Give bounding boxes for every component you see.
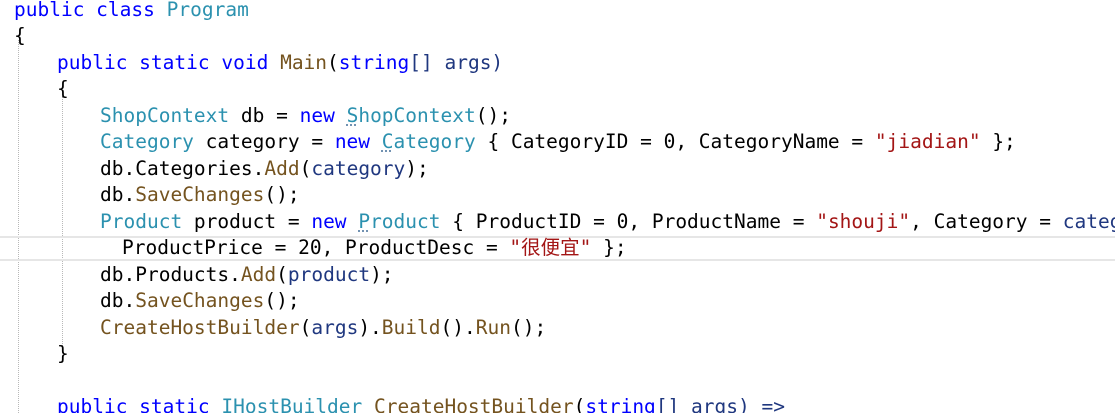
method-name: CreateHostBuilder	[100, 316, 300, 339]
code-line-4: {	[57, 76, 69, 102]
declaration: db =	[229, 104, 300, 127]
argument: args	[311, 316, 359, 339]
param-list: [] args)	[409, 51, 504, 74]
variable-ref: category	[1062, 210, 1115, 233]
paren: (	[276, 263, 288, 286]
code-editor[interactable]: public class Program { public static voi…	[0, 0, 1115, 413]
class-name: Program	[166, 0, 249, 21]
paren: (	[327, 51, 339, 74]
string-literal: "jiadian"	[874, 130, 981, 153]
call-chain: ().	[440, 316, 476, 339]
statement-end: ();	[475, 104, 511, 127]
indent-guide-outer	[18, 40, 19, 413]
call-chain: ).	[358, 316, 382, 339]
statement-end: );	[405, 157, 429, 180]
method-name: Build	[381, 316, 441, 339]
method-name: SaveChanges	[135, 183, 265, 206]
code-line-11: db.Products.Add(product);	[100, 262, 394, 288]
constructor-name: hopContext	[358, 104, 476, 127]
keyword: public static	[57, 395, 210, 413]
paren: (	[299, 157, 312, 180]
open-brace: {	[57, 77, 69, 100]
suggestion-marker[interactable]: P	[358, 210, 370, 233]
initializer: { CategoryID = 0, CategoryName =	[475, 130, 875, 153]
type-name: IHostBuilder	[221, 395, 363, 413]
code-line-5: ShopContext db = new ShopContext();	[100, 103, 511, 129]
code-line-2: {	[14, 23, 26, 49]
keyword: public class	[14, 0, 155, 21]
object-ref: db.	[100, 183, 136, 206]
object-ref: db.Products.	[100, 263, 241, 286]
method-name: Run	[475, 316, 511, 339]
code-line-12: db.SaveChanges();	[100, 288, 300, 314]
initializer-cont: , Category =	[910, 210, 1063, 233]
open-brace: {	[14, 24, 26, 47]
initializer: ProductPrice = 20, ProductDesc =	[122, 236, 510, 259]
initializer: { ProductID = 0, ProductName =	[440, 210, 817, 233]
argument: product	[287, 263, 371, 286]
argument: category	[311, 157, 406, 180]
code-line-13: CreateHostBuilder(args).Build().Run();	[100, 315, 546, 341]
paren: (	[299, 316, 312, 339]
code-line-9: Product product = new Product { ProductI…	[100, 209, 1115, 235]
statement-end: };	[980, 130, 1016, 153]
declaration: product =	[182, 210, 312, 233]
method-name: CreateHostBuilder	[374, 395, 574, 413]
code-line-3: public static void Main(string[] args)	[57, 50, 503, 76]
code-line-16: public static IHostBuilder CreateHostBui…	[57, 394, 785, 413]
statement-end: );	[370, 263, 394, 286]
statement-end: ();	[510, 316, 547, 339]
statement-end: ();	[264, 183, 300, 206]
string-literal: "很便宜"	[509, 236, 592, 259]
keyword: new	[334, 130, 371, 153]
param-type: string	[338, 51, 410, 74]
keyword: public static void	[57, 51, 269, 74]
code-line-14: }	[57, 341, 69, 367]
code-line-7: db.Categories.Add(category);	[100, 156, 429, 182]
declaration: category =	[193, 130, 335, 153]
statement-end: };	[591, 236, 627, 259]
type-name: ShopContext	[100, 104, 230, 127]
code-line-1: public class Program	[14, 0, 249, 23]
constructor-name: roduct	[370, 210, 441, 233]
param-type: string	[585, 395, 656, 413]
suggestion-marker[interactable]: S	[347, 104, 359, 127]
close-brace: }	[57, 342, 69, 365]
string-literal: "shouji"	[816, 210, 911, 233]
keyword: new	[311, 210, 347, 233]
type-name: Category	[100, 130, 194, 153]
code-line-6: Category category = new Category { Categ…	[100, 129, 1016, 155]
code-line-8: db.SaveChanges();	[100, 182, 300, 208]
keyword: new	[299, 104, 335, 127]
type-name: Product	[100, 210, 183, 233]
paren: (	[573, 395, 586, 413]
method-name: Add	[264, 157, 300, 180]
indent-guide-inner	[62, 96, 63, 346]
code-line-10: ProductPrice = 20, ProductDesc = "很便宜" }…	[122, 235, 627, 261]
method-name: SaveChanges	[135, 289, 265, 312]
object-ref: db.	[100, 289, 136, 312]
suggestion-marker[interactable]: C	[382, 130, 394, 153]
method-name: Add	[240, 263, 277, 286]
object-ref: db.Categories.	[100, 157, 265, 180]
constructor-name: ategory	[393, 130, 476, 153]
method-name: Main	[280, 51, 328, 74]
param-list: [] args) =>	[655, 395, 785, 413]
statement-end: ();	[264, 289, 300, 312]
